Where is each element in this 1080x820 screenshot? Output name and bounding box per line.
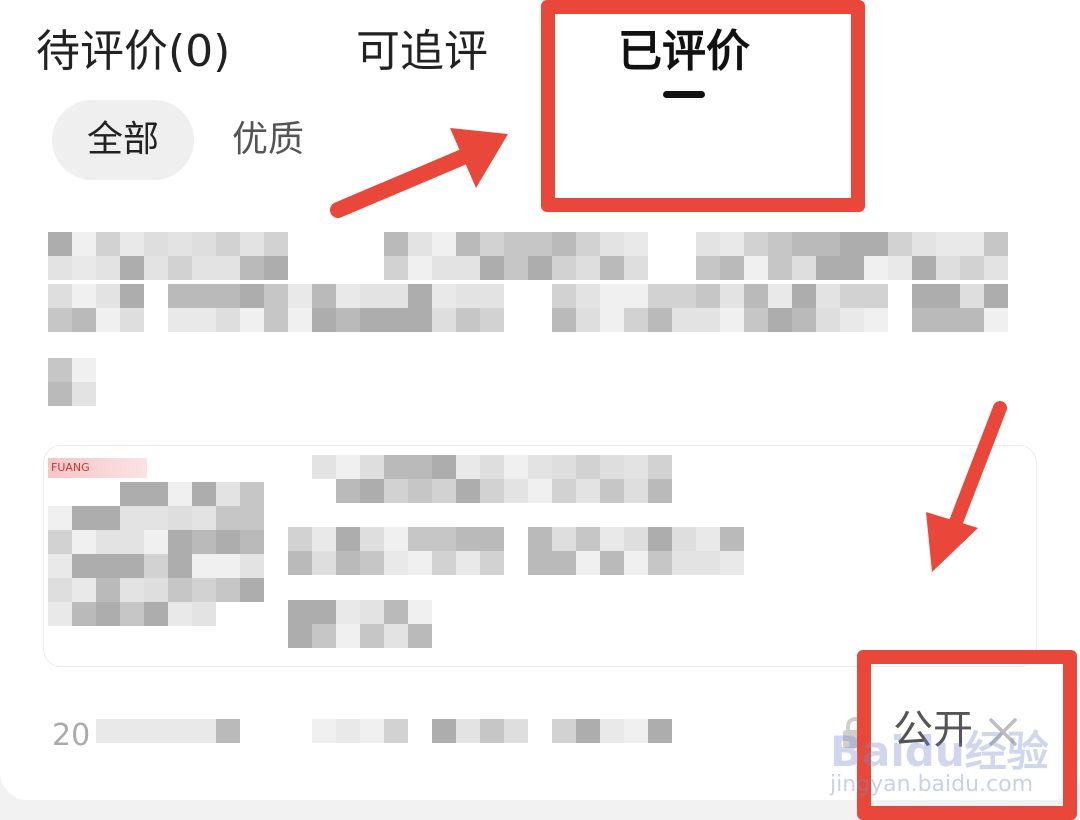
brand-logo: FUANG <box>48 458 147 478</box>
watermark-url: jingyan.baidu.com <box>830 772 1034 797</box>
product-spec-redacted <box>288 527 744 575</box>
footer-meta-redacted <box>96 719 672 743</box>
tab-follow-up-review[interactable]: 可追评 <box>356 22 488 82</box>
review-date: 20 <box>52 718 91 753</box>
filter-all-chip[interactable]: 全部 <box>52 100 194 180</box>
product-title-redacted <box>312 455 672 503</box>
review-text-redacted <box>48 232 1008 342</box>
product-thumbnail <box>48 458 264 638</box>
arrow-to-reviewed-tab <box>330 128 508 218</box>
product-price-redacted <box>288 600 432 648</box>
tab-pending-review[interactable]: 待评价(0) <box>36 22 230 82</box>
watermark-logo: Baidu经验 <box>830 727 1049 776</box>
filter-quality-chip[interactable]: 优质 <box>220 100 316 180</box>
highlight-reviewed-tab-box <box>541 0 865 212</box>
review-extra-redacted <box>48 358 96 406</box>
arrow-to-privacy <box>926 401 1007 572</box>
